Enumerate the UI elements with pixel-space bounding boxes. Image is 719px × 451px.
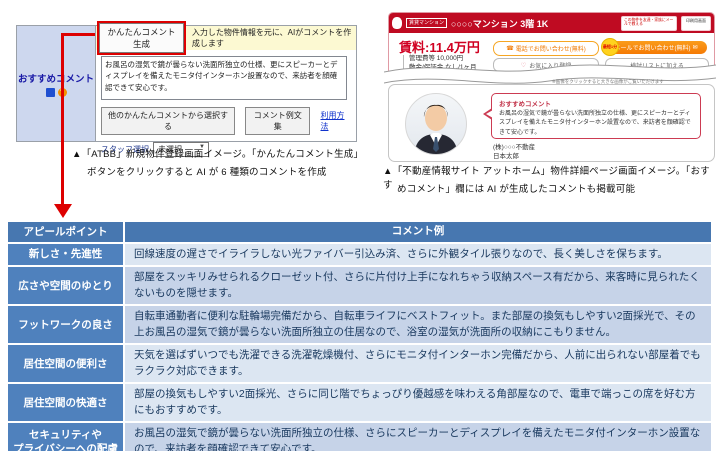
mail-inquiry-label: メールでお問い合わせ(無料) [614,46,691,52]
agent-portrait-illustration [414,104,458,154]
appeal-point-cell: 広さや空間のゆとり [8,267,125,304]
annotation-arrow-down-icon [54,204,72,218]
info-icon [45,87,55,97]
page: おすすめコメント ? かんたんコメント生成 入力した物件情報を元に、AIがコメン… [0,0,719,451]
property-type-tag: 賃貸マンション [406,18,448,28]
agent-photo [405,93,467,155]
atbb-caption-line1: ▲「ATBB」新規物件登録画面イメージ。「かんたんコメント生成」 [72,149,364,160]
comment-cell: 回線速度の遅さでイライラしない光ファイバー引込み済、さらに外観タイル張りなので、… [125,243,711,265]
mail-icon: ✉ [692,45,698,51]
appeal-table: アピールポイント コメント例 新しさ・先進性 回線速度の遅さでイライラしない光フ… [8,222,711,451]
page-tear-divider [384,64,716,84]
image-click-note: ※画像をクリックすると大きな画像がご覧いただけます [552,79,664,84]
form-content: かんたんコメント生成 入力した物件情報を元に、AIがコメントを作成します お風呂… [96,21,356,157]
appeal-point-header: アピールポイント [8,222,125,242]
atbb-caption-line2: ボタンをクリックすると AI が 6 種類のコメントを作成 [87,167,327,178]
recommend-comment-label-cell: おすすめコメント ? [17,26,96,141]
table-row: 広さや空間のゆとり 部屋をスッキリみせられるクローゼット付、さらに片付け上手にな… [8,267,711,306]
comment-example-header: コメント例 [125,222,711,242]
table-header-row: アピールポイント コメント例 [8,222,711,244]
annotation-connector-line [61,33,95,36]
comment-cell: 天気を選ばずいつでも洗濯できる洗濯乾燥機付、さらにモニタ付インターホン完備だから… [125,345,711,382]
comment-cell: お風呂の湿気で鏡が曇らない洗面所独立の仕様、さらにスピーカーとディスプレイを備え… [125,423,711,451]
comment-textarea[interactable]: お風呂の湿気で鏡が曇らない洗面所独立の仕様、更にスピーカーとディスプレイを備えた… [101,56,347,100]
athome-comment-card: おすすめコメント お風呂の湿気で鏡が曇らない洗面所独立の仕様、更にスピーカーとデ… [388,84,715,162]
generate-comment-button[interactable]: かんたんコメント生成 [99,23,184,53]
listing-header-bar: 賃貸マンション ○○○○マンション 3階 1K この物件を友達・家族にメールで教… [389,13,714,33]
appeal-point-cell: 新しさ・先進性 [8,243,125,265]
mail-badge: 最短1分 [601,38,619,56]
appeal-point-cell: フットワークの良さ [8,306,125,343]
annotation-vertical-line [61,33,64,205]
table-row: 居住空間の快適さ 部屋の換気もしやすい2面採光、さらに同じ階でちょっぴり優越感を… [8,384,711,423]
select-other-comment-button[interactable]: 他のかんたんコメントから選択する [101,107,236,135]
appeal-point-cell: 居住空間の快適さ [8,384,125,421]
appeal-point-cell: セキュリティや プライバシーへの配慮 [8,423,125,451]
bubble-body: お風呂の湿気で鏡が曇らない洗面所独立の仕様、更にスピーカーとディスプレイを備えた… [499,111,691,136]
phone-inquiry-label: 電話でお問い合わせ(無料) [515,47,586,53]
generate-banner: かんたんコメント生成 入力した物件情報を元に、AIがコメントを作成します [96,21,356,55]
agent-info: (株)○○○不動産 日本太郎 [493,143,535,161]
atbb-form-screenshot: おすすめコメント ? かんたんコメント生成 入力した物件情報を元に、AIがコメン… [16,21,357,157]
mail-inquiry-button[interactable]: 最短1分 メールでお問い合わせ(無料) ✉ [601,38,707,56]
tell-friend-button[interactable]: この物件を友達・家族にメールで教える [621,15,677,31]
form-body: お風呂の湿気で鏡が曇らない洗面所独立の仕様、更にスピーカーとディスプレイを備えた… [96,50,356,161]
rent-price: 賃料:11.4万円 [399,40,480,55]
table-row: フットワークの良さ 自転車通勤者に便利な駐輪場完備だから、自転車ライフにベストフ… [8,306,711,345]
recommend-comment-bubble: おすすめコメント お風呂の湿気で鏡が曇らない洗面所独立の仕様、更にスピーカーとデ… [483,93,701,139]
athome-mascot-icon [392,17,402,29]
comment-cell: 自転車通勤者に便利な駐輪場完備だから、自転車ライフにベストフィット。また部屋の換… [125,306,711,343]
comment-examples-button[interactable]: コメント例文集 [245,107,311,135]
agent-company: (株)○○○不動産 [493,144,536,151]
print-page-button[interactable]: 印刷用画面 [681,15,711,31]
comment-cell: 部屋の換気もしやすい2面採光、さらに同じ階でちょっぴり優越感を味わえる角部屋なの… [125,384,711,421]
button-row: 他のかんたんコメントから選択する コメント例文集 利用方法 [101,107,351,135]
property-title: ○○○○マンション 3階 1K [451,18,549,29]
table-row: 居住空間の便利さ 天気を選ばずいつでも洗濯できる洗濯乾燥機付、さらにモニタ付イン… [8,345,711,384]
agent-name: 日本太郎 [493,153,519,160]
table-row: セキュリティや プライバシーへの配慮 お風呂の湿気で鏡が曇らない洗面所独立の仕様… [8,423,711,451]
usage-link[interactable]: 利用方法 [320,110,351,132]
athome-caption-line2: めコメント」欄には AI が生成したコメントも掲載可能 [397,184,636,195]
phone-inquiry-button[interactable]: ☎ 電話でお問い合わせ(無料) [493,41,599,56]
bubble-title: おすすめコメント [499,101,551,108]
comment-cell: 部屋をスッキリみせられるクローゼット付、さらに片付け上手になれちゃう収納スペース… [125,267,711,304]
appeal-point-cell: 居住空間の便利さ [8,345,125,382]
table-row: 新しさ・先進性 回線速度の遅さでイライラしない光ファイバー引込み済、さらに外観タ… [8,243,711,267]
generate-banner-text: 入力した物件情報を元に、AIがコメントを作成します [191,28,352,48]
phone-icon: ☎ [506,46,514,52]
recommend-comment-label: おすすめコメント [17,73,94,85]
